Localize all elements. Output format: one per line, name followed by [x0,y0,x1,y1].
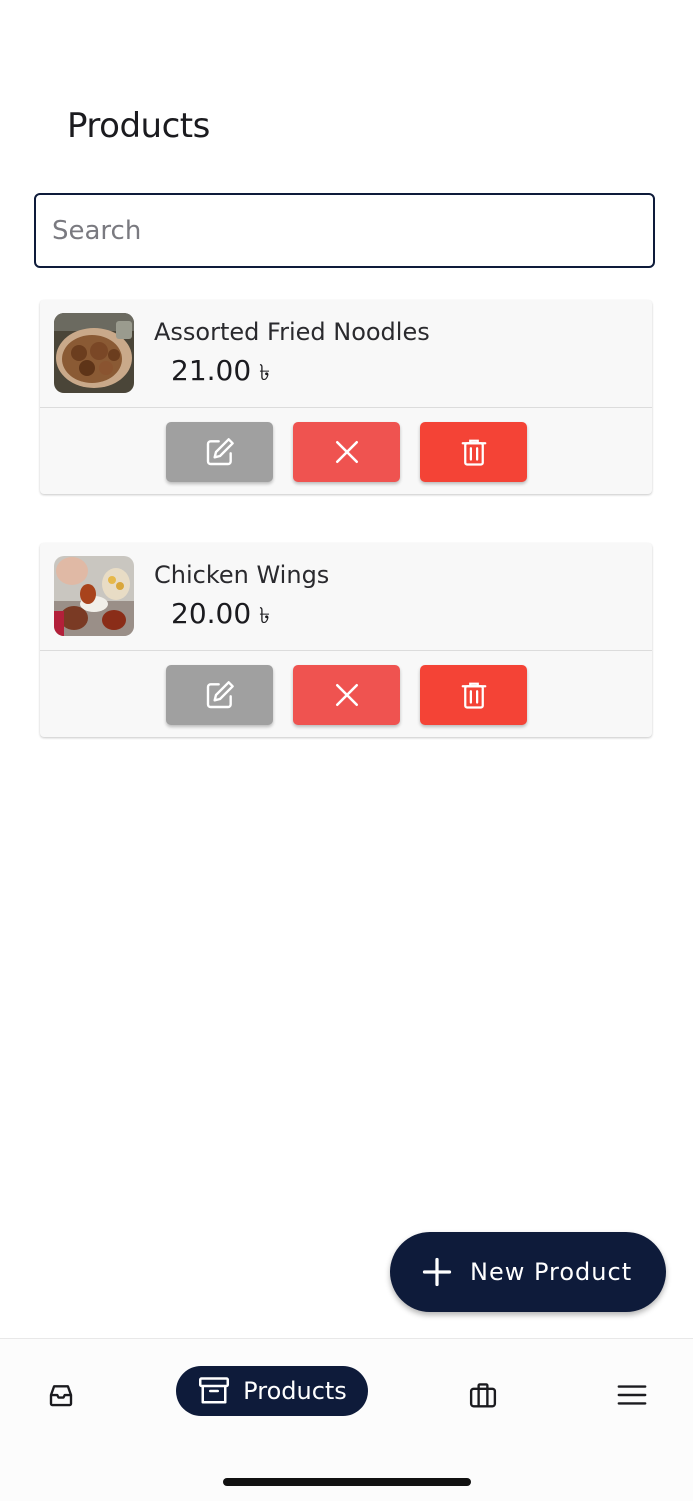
search-input[interactable] [34,193,655,268]
chicken-wings-photo [54,556,134,636]
close-icon [335,683,358,707]
product-image [54,313,134,393]
currency-symbol: ৳ [259,604,271,629]
nav-item-menu[interactable] [614,1377,650,1413]
archive-icon [199,1377,230,1404]
menu-icon [617,1385,647,1405]
product-name: Chicken Wings [154,561,330,589]
product-card-header[interactable]: Assorted Fried Noodles 21.00 ৳ [40,300,652,407]
edit-button[interactable] [166,422,273,482]
product-card: Chicken Wings 20.00 ৳ [40,543,652,737]
nav-item-work[interactable] [465,1377,501,1413]
product-price: 20.00 ৳ [171,597,270,636]
nav-item-inbox[interactable] [43,1377,79,1413]
price-value: 20.00 [171,597,252,630]
new-product-label: New Product [470,1258,633,1286]
price-value: 21.00 [171,354,252,387]
inbox-icon [49,1385,73,1407]
product-card: Assorted Fried Noodles 21.00 ৳ [40,300,652,494]
cancel-button[interactable] [293,665,400,725]
edit-icon [206,438,234,466]
delete-button[interactable] [420,665,527,725]
nav-item-products[interactable]: Products [176,1366,368,1416]
product-name: Assorted Fried Noodles [154,318,430,346]
page-title: Products [67,106,210,146]
fried-noodles-photo [54,313,134,393]
divider [40,650,652,651]
nav-item-label: Products [243,1377,347,1405]
product-price: 21.00 ৳ [171,354,270,393]
bottom-navigation: Products [0,1338,693,1501]
briefcase-icon [469,1383,497,1408]
trash-icon [461,439,486,466]
currency-symbol: ৳ [259,361,271,386]
new-product-button[interactable]: New Product [390,1232,666,1312]
plus-icon [422,1257,452,1287]
product-card-header[interactable]: Chicken Wings 20.00 ৳ [40,543,652,650]
trash-icon [461,682,486,709]
divider [40,407,652,408]
cancel-button[interactable] [293,422,400,482]
delete-button[interactable] [420,422,527,482]
product-image [54,556,134,636]
edit-button[interactable] [166,665,273,725]
edit-icon [206,681,234,709]
home-indicator [223,1478,471,1486]
close-icon [335,440,358,464]
